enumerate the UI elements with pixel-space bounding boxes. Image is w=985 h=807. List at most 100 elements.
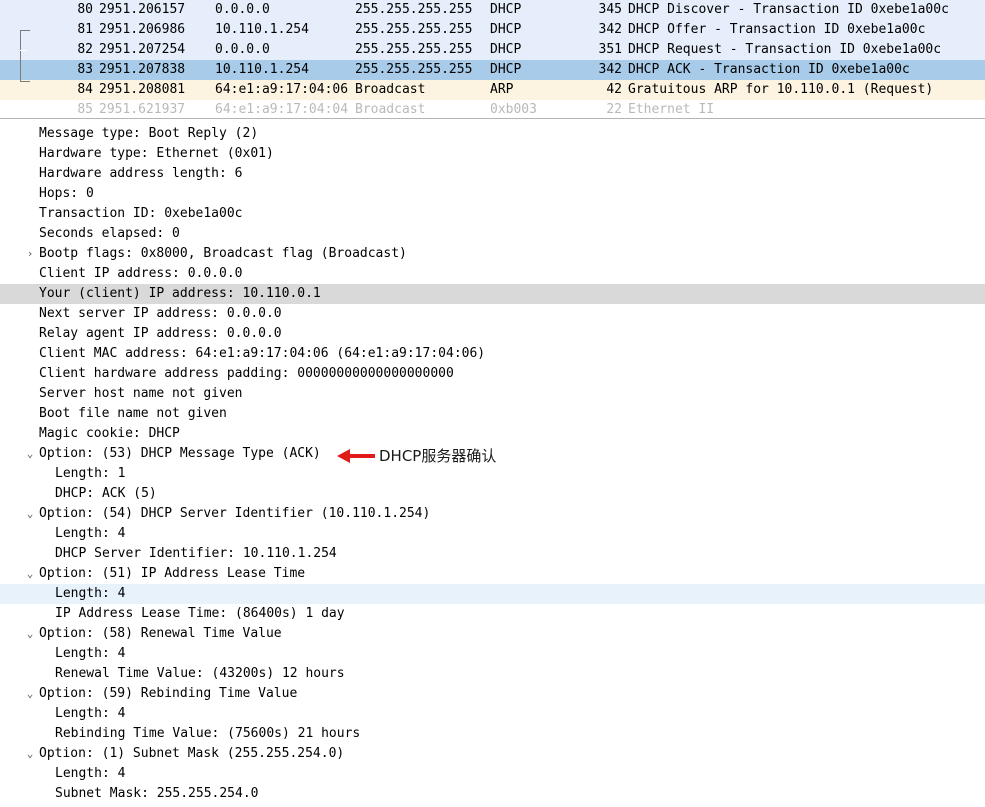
packet-list-row[interactable]: 83 2951.207838 10.110.1.254 255.255.255.255… <box>0 60 985 80</box>
packet-destination: 255.255.255.255 <box>355 2 473 17</box>
packet-details-pane[interactable]: Message type: Boot Reply (2) Hardware typ… <box>0 124 985 807</box>
chevron-down-icon[interactable]: ⌄ <box>24 504 36 524</box>
detail-tree-label: Seconds elapsed: 0 <box>39 226 180 241</box>
detail-tree-label: Rebinding Time Value: (75600s) 21 hours <box>55 726 361 741</box>
packet-source: 10.110.1.254 <box>215 22 309 37</box>
packet-details-rows: Message type: Boot Reply (2) Hardware typ… <box>0 124 985 804</box>
detail-tree-row[interactable]: › Bootp flags: 0x8000, Broadcast flag (Br… <box>0 244 985 264</box>
detail-tree-row[interactable]: Magic cookie: DHCP <box>0 424 985 444</box>
chevron-right-icon[interactable]: › <box>24 244 36 264</box>
detail-tree-row[interactable]: Length: 1 <box>0 464 985 484</box>
detail-tree-label: Option: (58) Renewal Time Value <box>39 626 282 641</box>
detail-tree-label: Hardware type: Ethernet (0x01) <box>39 146 274 161</box>
detail-tree-row[interactable]: Seconds elapsed: 0 <box>0 224 985 244</box>
packet-protocol: DHCP <box>490 62 522 77</box>
detail-tree-label: Bootp flags: 0x8000, Broadcast flag (Bro… <box>39 246 407 261</box>
detail-tree-row[interactable]: Your (client) IP address: 10.110.0.1 <box>0 284 985 304</box>
packet-time: 2951.207838 <box>99 62 186 77</box>
packet-list-row[interactable]: 80 2951.206157 0.0.0.0 255.255.255.255 DHCP 3… <box>0 0 985 20</box>
detail-tree-label: Your (client) IP address: 10.110.0.1 <box>39 286 321 301</box>
detail-tree-row[interactable]: Length: 4 <box>0 644 985 664</box>
detail-tree-row[interactable]: Subnet Mask: 255.255.254.0 <box>0 784 985 804</box>
packet-time: 2951.206986 <box>99 22 186 37</box>
detail-tree-label: Hops: 0 <box>39 186 94 201</box>
detail-tree-row[interactable]: ⌄ Option: (1) Subnet Mask (255.255.254.0) <box>0 744 985 764</box>
detail-tree-row[interactable]: Length: 4 <box>0 584 985 604</box>
detail-tree-row[interactable]: ⌄ Option: (54) DHCP Server Identifier (10… <box>0 504 985 524</box>
detail-tree-row[interactable]: ⌄ Option: (51) IP Address Lease Time <box>0 564 985 584</box>
packet-info: Gratuitous ARP for 10.110.0.1 (Request) <box>628 82 934 97</box>
detail-tree-row[interactable]: Length: 4 <box>0 704 985 724</box>
detail-tree-label: Length: 1 <box>55 466 126 481</box>
detail-tree-label: Option: (1) Subnet Mask (255.255.254.0) <box>39 746 345 761</box>
packet-source: 0.0.0.0 <box>215 2 270 17</box>
detail-tree-label: Next server IP address: 0.0.0.0 <box>39 306 282 321</box>
detail-tree-label: Message type: Boot Reply (2) <box>39 126 259 141</box>
chevron-down-icon[interactable]: ⌄ <box>24 564 36 584</box>
packet-list-row[interactable]: 85 2951.621937 64:e1:a9:17:04:04 Broadcast 0… <box>0 100 985 118</box>
packet-info: DHCP ACK - Transaction ID 0xebe1a00c <box>628 62 910 77</box>
chevron-down-icon[interactable]: ⌄ <box>24 624 36 644</box>
packet-protocol: DHCP <box>490 2 522 17</box>
detail-tree-row[interactable]: Relay agent IP address: 0.0.0.0 <box>0 324 985 344</box>
detail-tree-row[interactable]: Message type: Boot Reply (2) <box>0 124 985 144</box>
detail-tree-row[interactable]: Renewal Time Value: (43200s) 12 hours <box>0 664 985 684</box>
packet-info: DHCP Request - Transaction ID 0xebe1a00c <box>628 42 942 57</box>
packet-length: 22 <box>606 102 622 117</box>
packet-destination: 255.255.255.255 <box>355 62 473 77</box>
packet-source: 64:e1:a9:17:04:06 <box>215 82 349 97</box>
chevron-down-icon[interactable]: ⌄ <box>24 684 36 704</box>
packet-no: 80 <box>77 2 93 17</box>
detail-tree-row[interactable]: ⌄ Option: (59) Rebinding Time Value <box>0 684 985 704</box>
detail-tree-label: Relay agent IP address: 0.0.0.0 <box>39 326 282 341</box>
packet-destination: Broadcast <box>355 102 426 117</box>
detail-tree-row[interactable]: ⌄ Option: (58) Renewal Time Value <box>0 624 985 644</box>
packet-list-row[interactable]: 84 2951.208081 64:e1:a9:17:04:06 Broadcast A… <box>0 80 985 100</box>
packet-protocol: 0xb003 <box>490 102 537 117</box>
packet-destination: 255.255.255.255 <box>355 42 473 57</box>
packet-no: 83 <box>77 62 93 77</box>
detail-tree-row[interactable]: Rebinding Time Value: (75600s) 21 hours <box>0 724 985 744</box>
detail-tree-label: Length: 4 <box>55 646 126 661</box>
detail-tree-label: Client MAC address: 64:e1:a9:17:04:06 (6… <box>39 346 486 361</box>
packet-time: 2951.207254 <box>99 42 186 57</box>
detail-tree-row[interactable]: IP Address Lease Time: (86400s) 1 day <box>0 604 985 624</box>
detail-tree-row[interactable]: Transaction ID: 0xebe1a00c <box>0 204 985 224</box>
packet-list-row[interactable]: 81 2951.206986 10.110.1.254 255.255.255.255… <box>0 20 985 40</box>
detail-tree-row[interactable]: Length: 4 <box>0 764 985 784</box>
detail-tree-row[interactable]: Hardware type: Ethernet (0x01) <box>0 144 985 164</box>
packet-length: 342 <box>598 22 622 37</box>
detail-tree-label: Magic cookie: DHCP <box>39 426 180 441</box>
chevron-down-icon[interactable]: ⌄ <box>24 744 36 764</box>
detail-tree-row[interactable]: Client MAC address: 64:e1:a9:17:04:06 (6… <box>0 344 985 364</box>
detail-tree-row[interactable]: Next server IP address: 0.0.0.0 <box>0 304 985 324</box>
packet-no: 82 <box>77 42 93 57</box>
detail-tree-label: Client hardware address padding: 0000000… <box>39 366 454 381</box>
detail-tree-label: Subnet Mask: 255.255.254.0 <box>55 786 259 801</box>
detail-tree-row[interactable]: Client hardware address padding: 0000000… <box>0 364 985 384</box>
packet-time: 2951.206157 <box>99 2 186 17</box>
detail-tree-label: Renewal Time Value: (43200s) 12 hours <box>55 666 345 681</box>
packet-protocol: DHCP <box>490 42 522 57</box>
packet-list-pane[interactable]: 80 2951.206157 0.0.0.0 255.255.255.255 DHCP 3… <box>0 0 985 118</box>
detail-tree-label: Option: (51) IP Address Lease Time <box>39 566 306 581</box>
packet-protocol: DHCP <box>490 22 522 37</box>
detail-tree-label: Server host name not given <box>39 386 243 401</box>
packet-list-rows: 80 2951.206157 0.0.0.0 255.255.255.255 DHCP 3… <box>0 0 985 118</box>
detail-tree-row[interactable]: Client IP address: 0.0.0.0 <box>0 264 985 284</box>
detail-tree-row[interactable]: Hardware address length: 6 <box>0 164 985 184</box>
packet-time: 2951.621937 <box>99 102 186 117</box>
detail-tree-label: DHCP Server Identifier: 10.110.1.254 <box>55 546 337 561</box>
packet-destination: 255.255.255.255 <box>355 22 473 37</box>
detail-tree-row[interactable]: Boot file name not given <box>0 404 985 424</box>
detail-tree-row[interactable]: DHCP: ACK (5) <box>0 484 985 504</box>
packet-list-row[interactable]: 82 2951.207254 0.0.0.0 255.255.255.255 DHCP 3… <box>0 40 985 60</box>
detail-tree-label: Length: 4 <box>55 766 126 781</box>
detail-tree-row[interactable]: Hops: 0 <box>0 184 985 204</box>
detail-tree-row[interactable]: Server host name not given <box>0 384 985 404</box>
detail-tree-row[interactable]: Length: 4 <box>0 524 985 544</box>
detail-tree-row[interactable]: ⌄ Option: (53) DHCP Message Type (ACK) <box>0 444 985 464</box>
packet-time: 2951.208081 <box>99 82 186 97</box>
detail-tree-row[interactable]: DHCP Server Identifier: 10.110.1.254 <box>0 544 985 564</box>
chevron-down-icon[interactable]: ⌄ <box>24 444 36 464</box>
